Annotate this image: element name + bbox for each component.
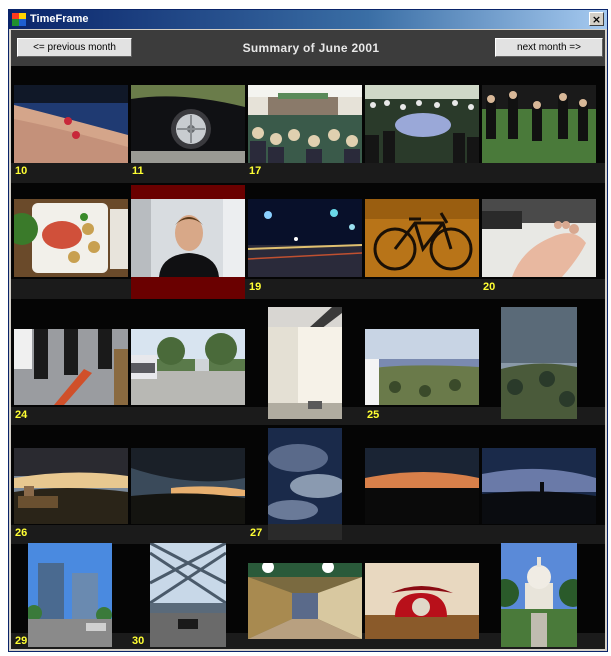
valley-view-photo[interactable]	[365, 329, 479, 405]
title-bar: TimeFrame ×	[9, 10, 607, 29]
close-button[interactable]: ×	[589, 12, 604, 26]
week-row-1	[11, 80, 605, 183]
week-row-2	[11, 185, 605, 299]
parking-lot-photo[interactable]	[131, 329, 245, 405]
legs-scissors-photo[interactable]	[14, 329, 128, 405]
day-label: 10	[15, 165, 28, 177]
day-label: 17	[249, 165, 262, 177]
week-row-3: 24 25	[11, 307, 605, 425]
dark-clouds-photo[interactable]	[482, 448, 596, 524]
office-towers-photo[interactable]	[28, 543, 112, 647]
hallway-photo[interactable]	[248, 563, 362, 639]
timeframe-window: TimeFrame × <= previous month Summary of…	[8, 9, 608, 652]
day-label: 29	[15, 635, 28, 647]
month-nav-bar: <= previous month Summary of June 2001 n…	[11, 30, 605, 66]
close-icon: ×	[591, 12, 602, 26]
graduation-crowd-photo[interactable]	[365, 85, 479, 163]
week-row-5: 29 30	[11, 543, 605, 649]
car-wheel-photo[interactable]	[131, 85, 245, 163]
capitol-dome-photo[interactable]	[501, 543, 577, 647]
sunset-horizon-photo[interactable]	[365, 448, 479, 524]
month-summary-view: <= previous month Summary of June 2001 n…	[11, 30, 605, 649]
day-label: 25	[367, 409, 380, 421]
day-label: 19	[249, 281, 262, 293]
dusk-ridge-photo[interactable]	[131, 448, 245, 524]
window-title: TimeFrame	[30, 13, 89, 25]
sunset-hills-photo[interactable]	[14, 448, 128, 524]
day-label: 30	[132, 635, 145, 647]
food-plate-photo[interactable]	[14, 199, 128, 277]
week-row-4: 26 27	[11, 428, 605, 544]
month-title: Summary of June 2001	[242, 41, 380, 55]
graduation-stage-photo[interactable]	[248, 85, 362, 163]
hillside-view-photo[interactable]	[501, 307, 577, 419]
steel-bridge-photo[interactable]	[150, 543, 226, 647]
day-label: 24	[15, 409, 28, 421]
previous-month-button[interactable]: <= previous month	[17, 38, 132, 57]
day-label: 11	[132, 165, 144, 177]
night-street-photo[interactable]	[248, 199, 362, 277]
man-portrait-photo[interactable]	[131, 199, 245, 277]
bare-foot-photo[interactable]	[482, 199, 596, 277]
room-corner-photo[interactable]	[268, 307, 342, 419]
day-label: 27	[250, 527, 263, 539]
day-label: 26	[15, 527, 28, 539]
red-telephone-photo[interactable]	[365, 563, 479, 639]
arm-wound-photo[interactable]	[14, 85, 128, 163]
graduates-lawn-photo[interactable]	[482, 85, 596, 163]
day-label: 20	[483, 281, 496, 293]
bicycle-photo[interactable]	[365, 199, 479, 277]
cloudy-sky-photo[interactable]	[268, 428, 342, 540]
next-month-button[interactable]: next month =>	[495, 38, 603, 57]
app-icon	[12, 13, 26, 26]
